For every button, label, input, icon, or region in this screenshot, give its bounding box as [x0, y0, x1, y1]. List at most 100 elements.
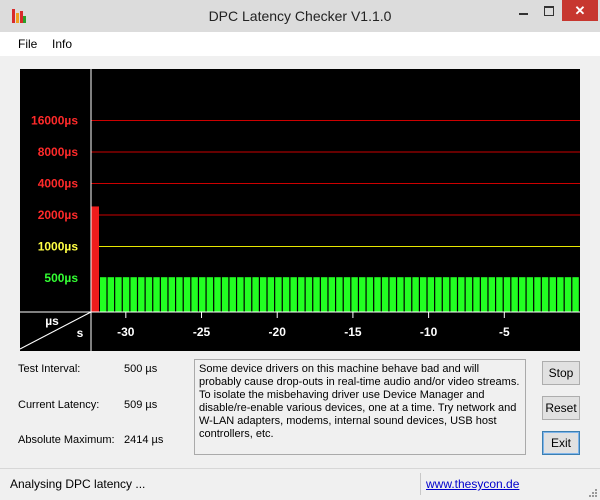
latency-bar	[351, 277, 358, 312]
latency-bar	[122, 277, 130, 312]
latency-bar	[480, 277, 488, 312]
latency-bar	[130, 277, 137, 312]
latency-bar	[282, 277, 290, 312]
y-unit-label: µs	[45, 314, 59, 328]
latency-bar	[290, 277, 297, 312]
latency-bar	[343, 277, 351, 312]
latency-bar	[366, 277, 374, 312]
latency-bar	[160, 277, 168, 312]
latency-bar	[564, 277, 572, 312]
y-tick-label: 4000µs	[38, 177, 79, 191]
latency-bar	[420, 277, 427, 312]
latency-bar	[488, 277, 495, 312]
maximize-icon	[544, 5, 554, 16]
y-tick-label: 500µs	[44, 271, 78, 285]
latency-bar	[541, 277, 549, 312]
latency-bar	[183, 277, 191, 312]
latency-chart: µs s 16000µs 8000µs 4000µs 2000µs 1000µs 500µ…	[20, 69, 580, 351]
latency-bar	[206, 277, 214, 312]
close-button[interactable]: ✕	[562, 0, 598, 21]
status-text: Analysing DPC latency ...	[10, 477, 146, 491]
y-tick-label: 2000µs	[38, 208, 79, 222]
latency-bar	[450, 277, 457, 312]
message-box: Some device drivers on this machine beha…	[194, 359, 526, 455]
latency-bar	[473, 277, 480, 312]
minimize-button[interactable]	[510, 0, 536, 21]
latency-bar	[252, 277, 259, 312]
latency-bar	[221, 277, 229, 312]
latency-bar	[389, 277, 396, 312]
x-unit-label: s	[77, 326, 84, 340]
current-latency-value: 509 µs	[124, 399, 158, 411]
latency-bar	[503, 277, 511, 312]
latency-bar	[229, 277, 236, 312]
latency-bar	[534, 277, 541, 312]
x-tick-label: -5	[499, 325, 510, 339]
resize-grip-icon[interactable]	[588, 488, 598, 498]
status-divider	[420, 473, 421, 495]
reset-button[interactable]: Reset	[542, 396, 580, 420]
test-interval-value: 500 µs	[124, 363, 158, 375]
latency-bar	[549, 277, 556, 312]
x-tick-label: -25	[193, 325, 211, 339]
title-bar[interactable]: DPC Latency Checker V1.1.0 ✕	[0, 0, 600, 32]
y-tick-label: 1000µs	[38, 240, 79, 254]
latency-bar	[320, 277, 328, 312]
latency-bar	[168, 277, 175, 312]
current-latency-label: Current Latency:	[18, 399, 100, 411]
latency-bar	[191, 277, 198, 312]
latency-bar	[145, 277, 153, 312]
latency-bar	[442, 277, 450, 312]
absolute-maximum-label: Absolute Maximum:	[18, 434, 115, 446]
latency-bar	[458, 277, 465, 312]
latency-bar	[153, 277, 160, 312]
exit-button[interactable]: Exit	[542, 431, 580, 455]
x-tick-label: -30	[117, 325, 135, 339]
latency-bar	[138, 277, 145, 312]
latency-bar	[381, 277, 389, 312]
latency-bar	[511, 277, 518, 312]
latency-bar	[91, 206, 99, 312]
latency-bar	[176, 277, 183, 312]
latency-bar	[412, 277, 419, 312]
menu-file[interactable]: File	[18, 37, 37, 51]
latency-bar	[519, 277, 526, 312]
latency-bar	[336, 277, 343, 312]
latency-bar	[115, 277, 122, 312]
latency-bar	[328, 277, 335, 312]
latency-bar	[298, 277, 305, 312]
latency-bar	[214, 277, 221, 312]
menu-bar: File Info	[0, 32, 600, 56]
latency-bar	[557, 277, 564, 312]
menu-info[interactable]: Info	[52, 37, 72, 51]
latency-bar	[107, 277, 115, 312]
latency-bar	[359, 277, 366, 312]
latency-bar	[572, 277, 579, 312]
test-interval-label: Test Interval:	[18, 363, 81, 375]
latency-bar	[427, 277, 435, 312]
latency-bar	[305, 277, 313, 312]
latency-bar	[435, 277, 442, 312]
maximize-button[interactable]	[536, 0, 562, 21]
latency-bar	[397, 277, 404, 312]
latency-bar	[237, 277, 244, 312]
y-tick-label: 8000µs	[38, 145, 79, 159]
latency-bar	[199, 277, 206, 312]
latency-bar	[496, 277, 503, 312]
latency-bar	[260, 277, 267, 312]
latency-bar	[275, 277, 282, 312]
y-tick-label: 16000µs	[31, 114, 78, 128]
absolute-maximum-value: 2414 µs	[124, 434, 164, 446]
latency-bar	[267, 277, 275, 312]
latency-bar	[404, 277, 412, 312]
stop-button[interactable]: Stop	[542, 361, 580, 385]
website-link[interactable]: www.thesycon.de	[426, 477, 519, 491]
latency-bar	[526, 277, 534, 312]
minimize-icon	[518, 12, 528, 15]
close-icon: ✕	[574, 2, 586, 18]
x-tick-label: -10	[420, 325, 438, 339]
latency-bar	[100, 277, 107, 312]
status-bar: Analysing DPC latency ... www.thesycon.d…	[0, 468, 600, 500]
latency-bar	[374, 277, 381, 312]
latency-bar	[313, 277, 320, 312]
